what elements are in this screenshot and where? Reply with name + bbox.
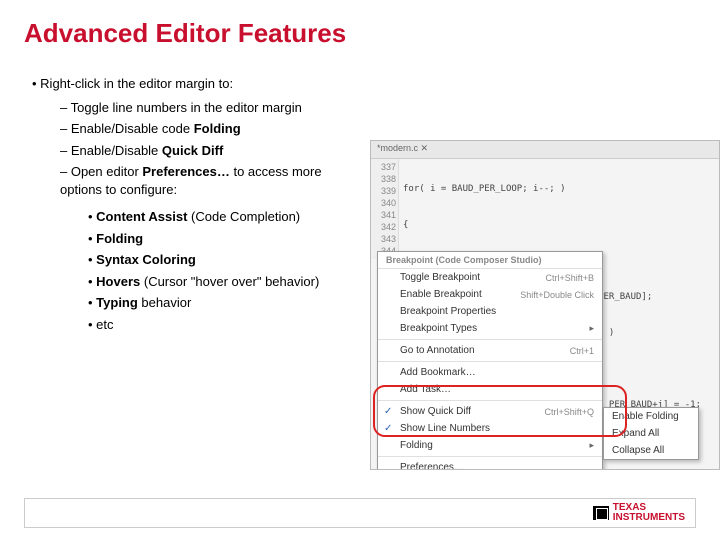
slide-body: Right-click in the editor margin to: Tog… bbox=[24, 75, 364, 334]
line-number: 340 bbox=[373, 197, 396, 209]
menu-separator bbox=[378, 456, 602, 457]
menu-item-toggle-breakpoint[interactable]: Toggle BreakpointCtrl+Shift+B bbox=[378, 269, 602, 286]
editor-tab[interactable]: *modern.c ✕ bbox=[371, 141, 719, 159]
menu-item-show-line-numbers[interactable]: Show Line Numbers bbox=[378, 420, 602, 437]
code-line: { bbox=[403, 219, 719, 231]
menu-item-add-bookmark[interactable]: Add Bookmark… bbox=[378, 364, 602, 381]
line-number: 337 bbox=[373, 161, 396, 173]
submenu-item-enable-folding[interactable]: Enable Folding bbox=[604, 408, 698, 425]
menu-item-preferences[interactable]: Preferences… bbox=[378, 459, 602, 470]
menu-item-add-task[interactable]: Add Task… bbox=[378, 381, 602, 398]
bullet-l3: Content Assist (Code Completion) bbox=[88, 208, 348, 226]
menu-separator bbox=[378, 339, 602, 340]
line-number: 338 bbox=[373, 173, 396, 185]
ti-chip-icon bbox=[593, 506, 609, 520]
bullet-l2: Enable/Disable code Folding bbox=[60, 120, 364, 138]
menu-item-breakpoint-properties[interactable]: Breakpoint Properties bbox=[378, 303, 602, 320]
menu-item-breakpoint-types[interactable]: Breakpoint Types bbox=[378, 320, 602, 337]
ti-logo: TEXAS INSTRUMENTS bbox=[593, 503, 685, 523]
line-number: 343 bbox=[373, 233, 396, 245]
bullet-l2: Open editor Preferences… to access more … bbox=[60, 163, 364, 198]
footer: TEXAS INSTRUMENTS bbox=[24, 498, 696, 528]
editor-gutter[interactable]: 337 338 339 340 341 342 343 344 bbox=[371, 159, 399, 259]
ti-brand-bottom: INSTRUMENTS bbox=[613, 513, 685, 523]
bullet-intro: Right-click in the editor margin to: bbox=[32, 75, 364, 93]
line-number: 342 bbox=[373, 221, 396, 233]
bullet-l3: Typing behavior bbox=[88, 294, 348, 312]
menu-separator bbox=[378, 400, 602, 401]
line-number: 339 bbox=[373, 185, 396, 197]
submenu-item-collapse-all[interactable]: Collapse All bbox=[604, 442, 698, 459]
editor-screenshot: *modern.c ✕ 337 338 339 340 341 342 343 … bbox=[370, 140, 720, 470]
menu-item-goto-annotation[interactable]: Go to AnnotationCtrl+1 bbox=[378, 342, 602, 359]
bullet-l2: Enable/Disable Quick Diff bbox=[60, 142, 364, 160]
bullet-l2: Toggle line numbers in the editor margin bbox=[60, 99, 364, 117]
bullet-l3: Folding bbox=[88, 230, 348, 248]
bullet-l3: Syntax Coloring bbox=[88, 251, 348, 269]
menu-item-folding[interactable]: Folding bbox=[378, 437, 602, 454]
menu-item-show-quick-diff[interactable]: Show Quick DiffCtrl+Shift+Q bbox=[378, 403, 602, 420]
line-number: 341 bbox=[373, 209, 396, 221]
bullet-l3: etc bbox=[88, 316, 348, 334]
context-menu[interactable]: Breakpoint (Code Composer Studio) Toggle… bbox=[377, 251, 603, 470]
menu-item-enable-breakpoint[interactable]: Enable BreakpointShift+Double Click bbox=[378, 286, 602, 303]
menu-header: Breakpoint (Code Composer Studio) bbox=[378, 252, 602, 269]
bullet-l3: Hovers (Cursor "hover over" behavior) bbox=[88, 273, 348, 291]
folding-submenu[interactable]: Enable Folding Expand All Collapse All bbox=[603, 407, 699, 460]
slide-title: Advanced Editor Features bbox=[24, 18, 696, 49]
code-line: for( i = BAUD_PER_LOOP; i--; ) bbox=[403, 183, 719, 195]
slide: Advanced Editor Features Right-click in … bbox=[0, 0, 720, 540]
menu-separator bbox=[378, 361, 602, 362]
submenu-item-expand-all[interactable]: Expand All bbox=[604, 425, 698, 442]
